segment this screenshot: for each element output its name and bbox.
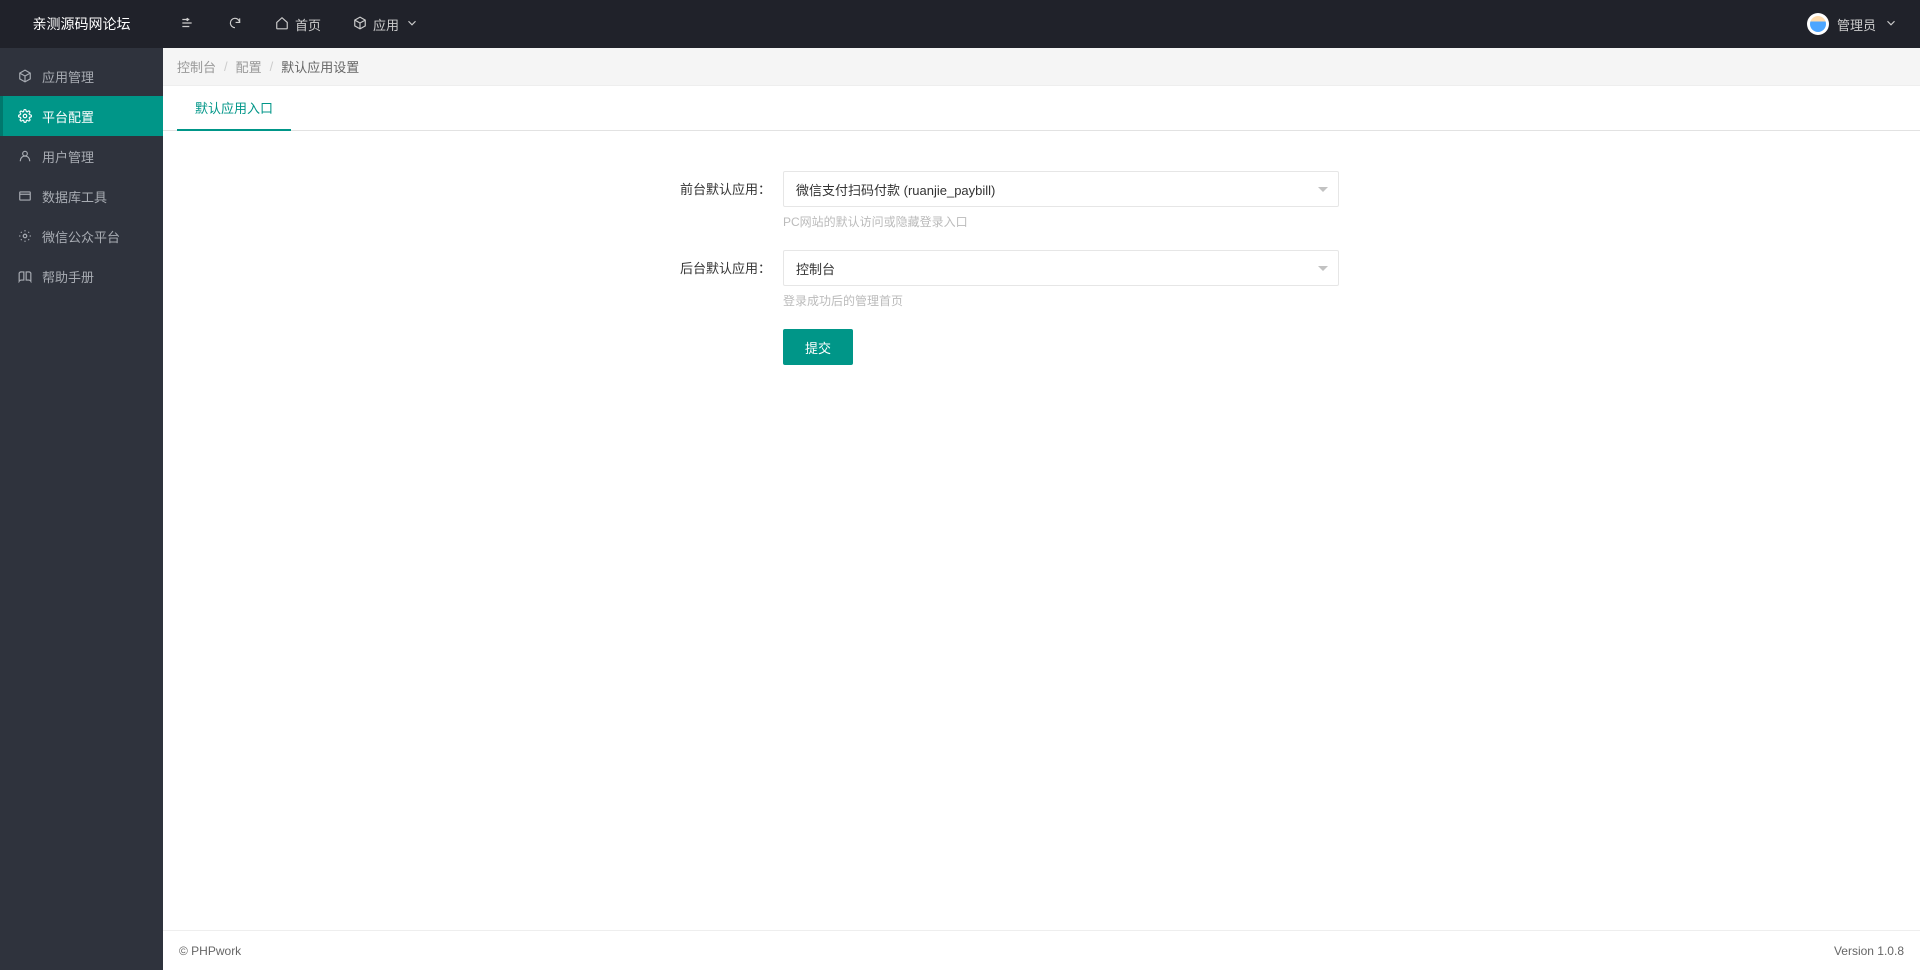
sidebar-item-platform-config[interactable]: 平台配置 [0,96,163,136]
back-app-label: 后台默认应用： [163,250,783,277]
tab-default-entry[interactable]: 默认应用入口 [177,86,291,131]
menu-collapse-icon [180,16,194,33]
footer-copyright: © PHPwork [179,944,241,958]
chevron-down-icon [405,16,419,33]
cube-icon [18,69,32,83]
chevron-down-icon [1318,266,1328,271]
back-app-value: 控制台 [796,259,835,278]
user-icon [18,149,32,163]
back-app-select[interactable]: 控制台 [783,250,1339,286]
front-app-select[interactable]: 微信支付扫码付款 (ruanjie_paybill) [783,171,1339,207]
user-menu-button[interactable]: 管理员 [1797,0,1908,48]
user-name: 管理员 [1837,15,1876,34]
breadcrumb: 控制台 / 配置 / 默认应用设置 [163,48,1920,86]
sidebar-item-app-manage[interactable]: 应用管理 [0,56,163,96]
menu-toggle-button[interactable] [163,0,211,48]
header: 亲测源码网论坛 首页 应用 [0,0,1920,48]
refresh-icon [228,16,242,33]
sidebar-item-label: 应用管理 [42,67,94,86]
cube-icon [353,16,367,33]
chevron-down-icon [1884,16,1898,33]
front-app-label: 前台默认应用： [163,171,783,198]
nav-home-label: 首页 [295,15,321,34]
sidebar-item-user-manage[interactable]: 用户管理 [0,136,163,176]
sidebar-item-label: 帮助手册 [42,267,94,286]
breadcrumb-current: 默认应用设置 [281,57,359,76]
sidebar-item-label: 用户管理 [42,147,94,166]
book-icon [18,269,32,283]
breadcrumb-config[interactable]: 配置 [236,57,262,76]
home-icon [275,16,289,33]
tabs: 默认应用入口 [163,86,1920,131]
submit-button[interactable]: 提交 [783,329,853,365]
sidebar-item-wechat-platform[interactable]: 微信公众平台 [0,216,163,256]
breadcrumb-console[interactable]: 控制台 [177,57,216,76]
gear-icon [18,109,32,123]
front-app-value: 微信支付扫码付款 (ruanjie_paybill) [796,180,995,199]
window-icon [18,189,32,203]
front-app-hint: PC网站的默认访问或隐藏登录入口 [783,213,1339,230]
refresh-button[interactable] [211,0,259,48]
back-app-hint: 登录成功后的管理首页 [783,292,1339,309]
sidebar-item-database-tools[interactable]: 数据库工具 [0,176,163,216]
avatar [1807,13,1829,35]
footer-version: Version 1.0.8 [1834,944,1904,958]
sidebar-item-label: 平台配置 [42,107,94,126]
sidebar-item-label: 数据库工具 [42,187,107,206]
breadcrumb-sep: / [270,59,274,74]
chevron-down-icon [1318,187,1328,192]
breadcrumb-sep: / [224,59,228,74]
sidebar-item-help-manual[interactable]: 帮助手册 [0,256,163,296]
sidebar-item-label: 微信公众平台 [42,227,120,246]
gear-icon [18,229,32,243]
nav-apps-label: 应用 [373,15,399,34]
form: 前台默认应用： 微信支付扫码付款 (ruanjie_paybill) PC网站的… [163,131,1920,425]
footer: © PHPwork Version 1.0.8 [163,930,1920,970]
brand-logo: 亲测源码网论坛 [0,14,163,34]
main: 控制台 / 配置 / 默认应用设置 默认应用入口 前台默认应用： 微信支付扫码付… [163,48,1920,970]
sidebar: 应用管理 平台配置 用户管理 数据库工具 微信公众平台 帮助手册 [0,48,163,970]
nav-home[interactable]: 首页 [259,0,337,48]
nav-apps[interactable]: 应用 [337,0,435,48]
